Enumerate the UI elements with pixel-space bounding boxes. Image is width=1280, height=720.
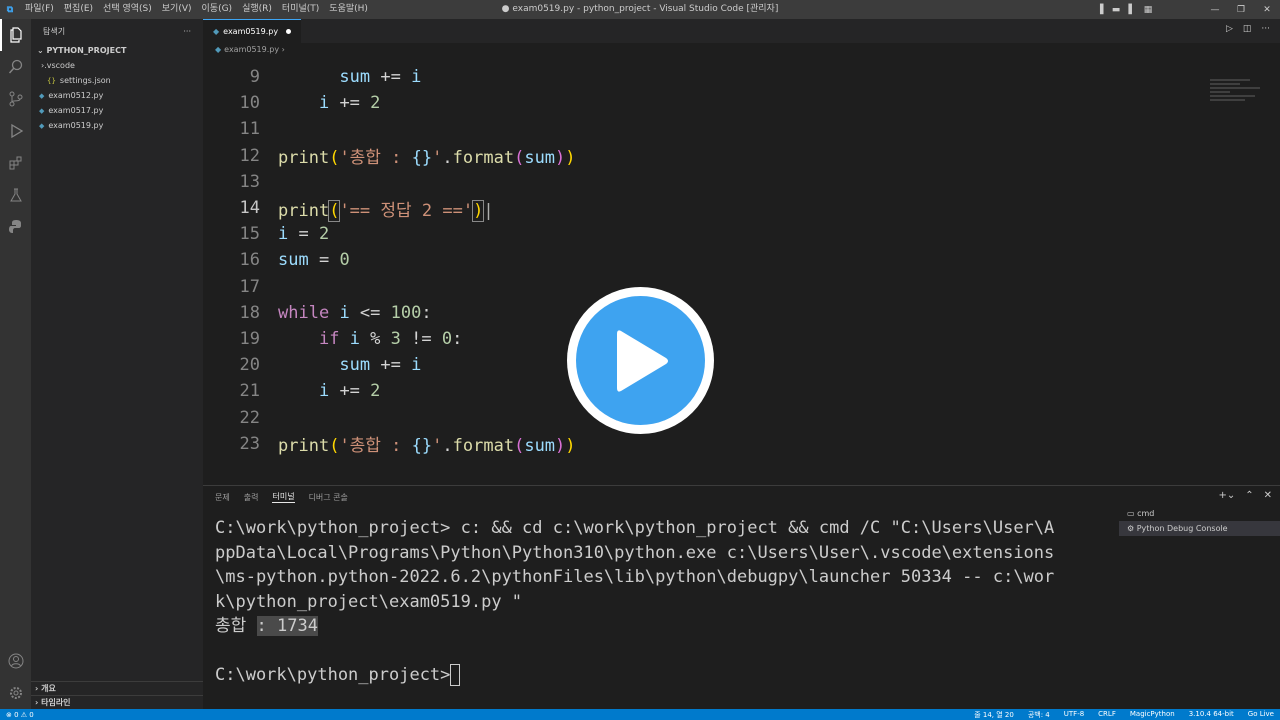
code-line: 18 while i <= 100: [239, 302, 432, 323]
explorer-icon[interactable] [0, 19, 31, 51]
terminal-line: C:\work\python_project> c: && cd c:\work… [215, 518, 1055, 538]
more-actions-icon[interactable]: ··· [183, 27, 191, 36]
breadcrumb[interactable]: ◆ exam0519.py › [203, 43, 1280, 56]
file-exam0519[interactable]: ◆ exam0519.py [31, 118, 203, 133]
split-editor-icon[interactable]: ◫ [1243, 24, 1252, 34]
outline-section[interactable]: › 개요 [31, 681, 203, 695]
code-line: 12 print('총합 : {}'.format(sum)) [239, 145, 576, 169]
terminal-list: ▭ cmd ⚙ Python Debug Console [1119, 506, 1280, 536]
indentation[interactable]: 공백: 4 [1028, 710, 1050, 720]
bottom-panel: 문제 출력 터미널 디버그 콘솔 +⌄ ⌃ ✕ C:\work\python_p… [203, 485, 1280, 709]
activity-bar [0, 19, 31, 709]
code-editor[interactable]: 9 sum += i 10 i += 2 11 12 print('총합 : {}… [203, 64, 1213, 484]
python-interpreter[interactable]: 3.10.4 64-bit [1189, 710, 1234, 720]
status-bar: ⊗ 0 ⚠ 0 줄 14, 열 20 공백: 4 UTF-8 CRLF Magi… [0, 709, 1280, 720]
python-file-icon: ◆ [215, 45, 222, 54]
video-play-button[interactable] [567, 287, 714, 434]
search-icon[interactable] [0, 51, 31, 83]
terminal-line: \ms-python.python-2022.6.2\pythonFiles\l… [215, 567, 1055, 587]
source-control-icon[interactable] [0, 83, 31, 115]
python-file-icon: ◆ [39, 106, 45, 115]
maximize-panel-icon[interactable]: ⌃ [1245, 490, 1253, 501]
unsaved-dot-icon[interactable] [286, 29, 292, 34]
toggle-panel-icon[interactable]: ▬ [1108, 5, 1124, 15]
customize-layout-icon[interactable]: ▦ [1140, 5, 1156, 15]
explorer-sidebar: 탐색기 ··· ⌄ PYTHON_PROJECT › .vscode {} sett… [31, 19, 203, 709]
toggle-secondary-sidebar-icon[interactable]: ▌ [1124, 5, 1140, 15]
timeline-section[interactable]: › 타임라인 [31, 695, 203, 709]
menu-go[interactable]: 이동(G) [197, 0, 238, 19]
project-root[interactable]: ⌄ PYTHON_PROJECT [31, 43, 203, 58]
python-file-icon: ◆ [39, 121, 45, 130]
file-exam0512[interactable]: ◆ exam0512.py [31, 88, 203, 103]
minimap[interactable] [1210, 77, 1270, 117]
new-terminal-icon[interactable]: +⌄ [1218, 490, 1235, 501]
terminal-output[interactable]: C:\work\python_project> c: && cd c:\work… [215, 516, 1105, 688]
tab-exam0519[interactable]: ◆ exam0519.py [203, 19, 302, 43]
menu-terminal[interactable]: 터미널(T) [277, 0, 324, 19]
menu-run[interactable]: 실행(R) [237, 0, 277, 19]
line-ending[interactable]: CRLF [1098, 710, 1116, 720]
code-line: 10 i += 2 [239, 93, 381, 114]
terminal-result: 총합 : 1734 [215, 616, 318, 636]
settings-gear-icon[interactable] [0, 677, 31, 709]
close-icon[interactable]: ✕ [1254, 5, 1280, 15]
file-settings-json[interactable]: {} settings.json [31, 73, 203, 88]
testing-icon[interactable] [0, 179, 31, 211]
python-file-icon: ◆ [213, 27, 220, 36]
minimize-icon[interactable]: — [1202, 5, 1228, 15]
run-debug-icon[interactable] [0, 115, 31, 147]
terminal-item-cmd[interactable]: ▭ cmd [1119, 506, 1280, 521]
terminal-line: ppData\Local\Programs\Python\Python310\p… [215, 542, 1055, 563]
tab-problems[interactable]: 문제 [215, 492, 230, 503]
terminal-cursor [450, 664, 461, 686]
python-icon[interactable] [0, 211, 31, 243]
code-line: 15 i = 2 [239, 224, 330, 245]
terminal-item-python-debug[interactable]: ⚙ Python Debug Console [1119, 521, 1280, 536]
python-file-icon: ◆ [39, 91, 45, 100]
vscode-logo-icon: ⧉ [6, 4, 14, 15]
tab-output[interactable]: 출력 [244, 492, 259, 503]
cursor-position[interactable]: 줄 14, 열 20 [974, 710, 1014, 720]
account-icon[interactable] [0, 645, 31, 677]
terminal-icon: ▭ [1127, 509, 1138, 518]
editor-area: ◆ exam0519.py ▷ ◫ ··· ◆ exam0519.py › 9 su… [203, 19, 1280, 485]
file-exam0517[interactable]: ◆ exam0517.py [31, 103, 203, 118]
code-line: 9 sum += i [249, 67, 422, 88]
play-icon [616, 329, 668, 392]
restore-icon[interactable]: ❐ [1228, 5, 1254, 15]
extensions-icon[interactable] [0, 147, 31, 179]
menu-edit[interactable]: 편집(E) [59, 0, 98, 19]
debug-icon: ⚙ [1127, 524, 1137, 533]
tab-debug-console[interactable]: 디버그 콘솔 [309, 492, 348, 503]
code-line: 13 [239, 171, 260, 192]
title-bar: ⧉ 파일(F) 편집(E) 선택 영역(S) 보기(V) 이동(G) 실행(R)… [0, 0, 1280, 19]
language-mode[interactable]: MagicPython [1130, 710, 1175, 720]
folder-vscode[interactable]: › .vscode [31, 58, 203, 73]
tab-terminal[interactable]: 터미널 [272, 491, 295, 503]
json-file-icon: {} [47, 76, 56, 85]
terminal-line: k\python_project\exam0519.py " [215, 591, 523, 612]
code-line: 22 [239, 407, 260, 428]
explorer-title: 탐색기 [43, 26, 66, 36]
encoding[interactable]: UTF-8 [1064, 710, 1084, 720]
menu-selection[interactable]: 선택 영역(S) [98, 0, 157, 19]
code-line: 14 print('== 정답 2 ==')| [239, 198, 494, 222]
more-actions-icon[interactable]: ··· [1261, 24, 1270, 34]
menu-bar: 파일(F) 편집(E) 선택 영역(S) 보기(V) 이동(G) 실행(R) 터… [20, 0, 373, 19]
code-line: 23 print('총합 : {}'.format(sum)) [239, 433, 576, 457]
toggle-sidebar-icon[interactable]: ▐ [1092, 5, 1108, 15]
terminal-prompt: C:\work\python_project> [215, 663, 1105, 688]
menu-file[interactable]: 파일(F) [20, 0, 59, 19]
problems-status[interactable]: ⊗ 0 ⚠ 0 [0, 711, 34, 719]
close-panel-icon[interactable]: ✕ [1264, 490, 1272, 501]
run-python-file-icon[interactable]: ▷ [1226, 24, 1233, 34]
code-line: 17 [239, 276, 260, 297]
code-line: 16 sum = 0 [239, 250, 350, 271]
code-line: 11 [239, 119, 260, 140]
chevron-down-icon: ⌄ [37, 46, 47, 55]
go-live-button[interactable]: Go Live [1248, 710, 1274, 720]
menu-help[interactable]: 도움말(H) [324, 0, 373, 19]
menu-view[interactable]: 보기(V) [157, 0, 197, 19]
